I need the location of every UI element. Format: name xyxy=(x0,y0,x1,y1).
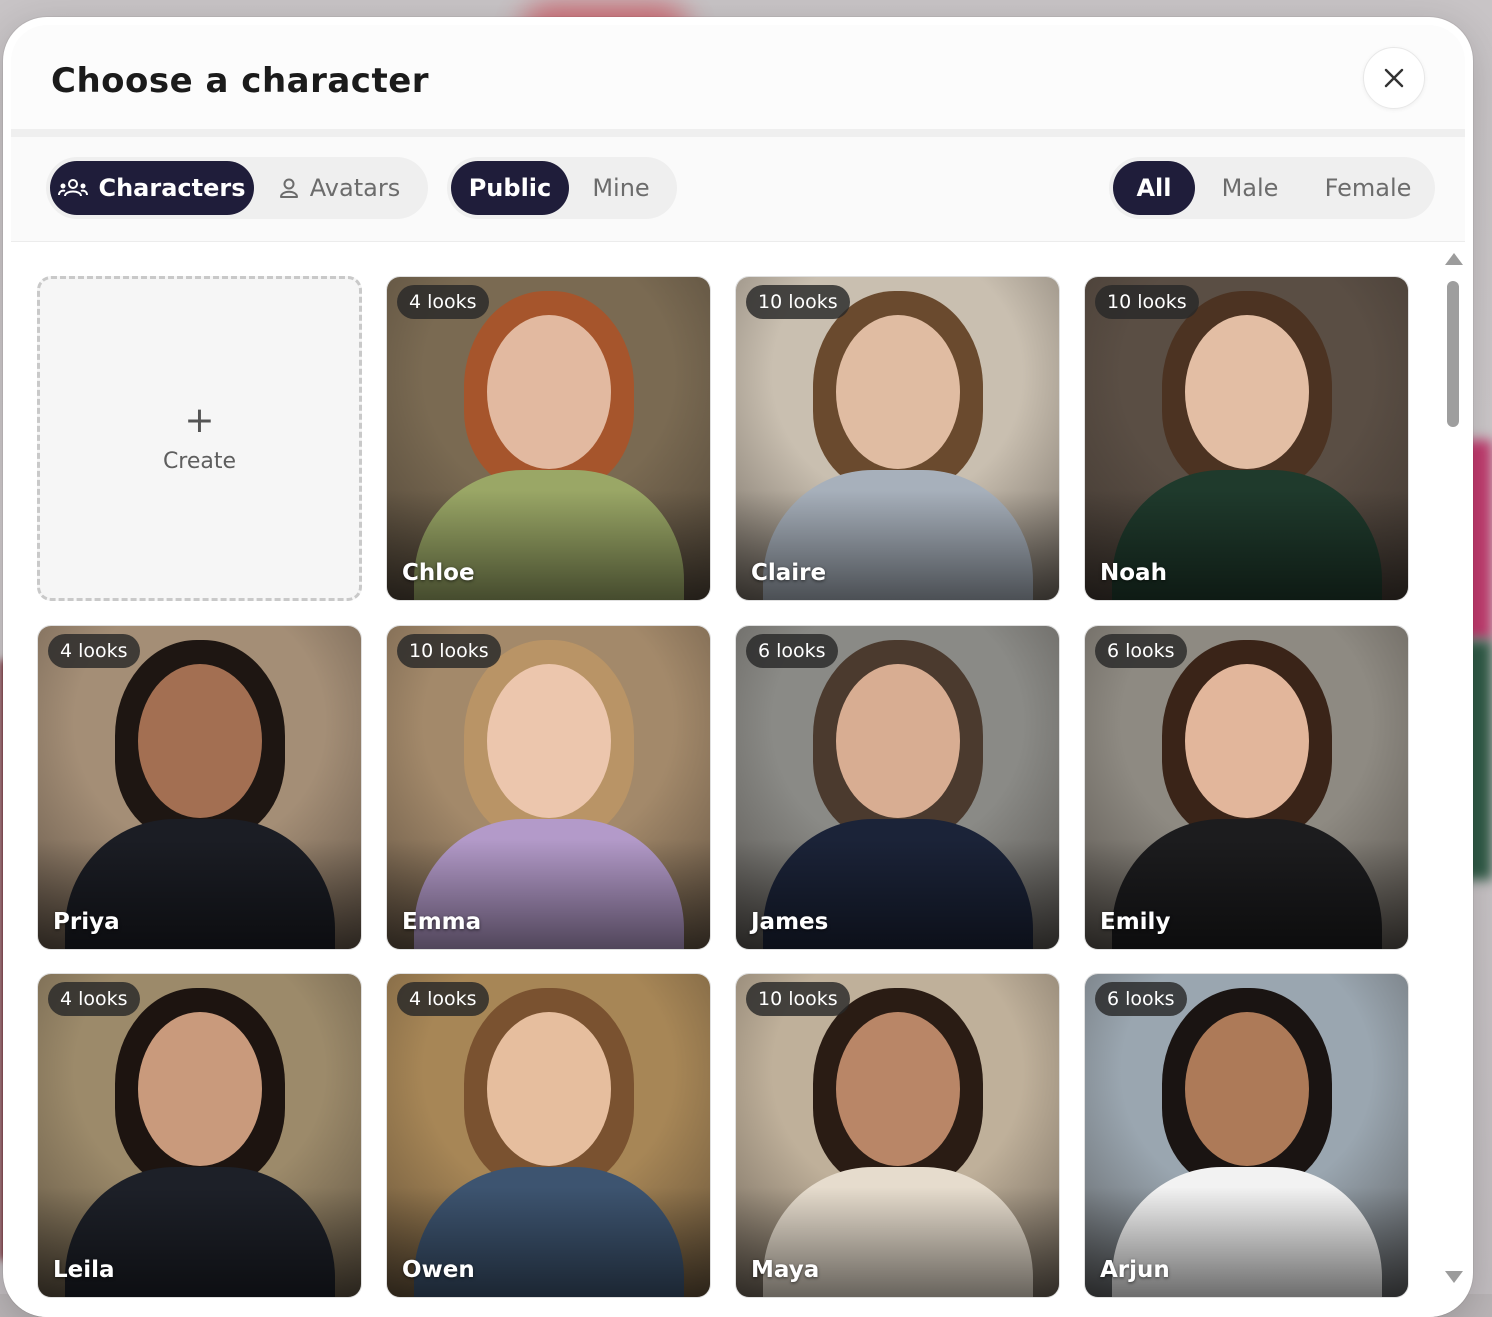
type-toggle: Characters Avatars xyxy=(46,157,428,219)
character-name: Chloe xyxy=(402,560,475,586)
character-card[interactable]: 6 looks Arjun xyxy=(1084,973,1409,1298)
character-card[interactable]: 4 looks Chloe xyxy=(386,276,711,601)
character-photo xyxy=(1085,974,1408,1297)
create-character-card[interactable]: + Create xyxy=(37,276,362,601)
character-name: Priya xyxy=(53,909,120,935)
character-card[interactable]: 10 looks Maya xyxy=(735,973,1060,1298)
character-card[interactable]: 10 looks Emma xyxy=(386,625,711,950)
looks-badge: 10 looks xyxy=(746,285,850,319)
looks-badge: 4 looks xyxy=(397,285,489,319)
looks-badge: 10 looks xyxy=(1095,285,1199,319)
visibility-toggle: Public Mine xyxy=(447,157,677,219)
looks-badge: 4 looks xyxy=(48,634,140,668)
tab-public[interactable]: Public xyxy=(451,161,569,215)
close-button[interactable] xyxy=(1363,47,1425,109)
looks-badge: 6 looks xyxy=(1095,634,1187,668)
tab-mine[interactable]: Mine xyxy=(569,161,673,215)
character-card[interactable]: 6 looks Emily xyxy=(1084,625,1409,950)
create-label: Create xyxy=(162,449,237,474)
scroll-up-arrow-icon[interactable] xyxy=(1445,253,1463,265)
tab-label: Public xyxy=(468,174,552,202)
looks-badge: 6 looks xyxy=(746,634,838,668)
tab-avatars[interactable]: Avatars xyxy=(254,161,424,215)
group-icon xyxy=(58,179,89,197)
tab-female[interactable]: Female xyxy=(1305,161,1431,215)
character-photo xyxy=(1085,277,1408,600)
looks-badge: 10 looks xyxy=(746,982,850,1016)
character-card[interactable]: 4 looks Leila xyxy=(37,973,362,1298)
character-card[interactable]: 10 looks Noah xyxy=(1084,276,1409,601)
character-photo xyxy=(38,626,361,949)
tab-male[interactable]: Male xyxy=(1195,161,1305,215)
character-card[interactable]: 4 looks Owen xyxy=(386,973,711,1298)
character-card[interactable]: 6 looks James xyxy=(735,625,1060,950)
looks-badge: 4 looks xyxy=(397,982,489,1016)
character-photo xyxy=(387,626,710,949)
scroll-down-arrow-icon[interactable] xyxy=(1445,1271,1463,1283)
character-card[interactable]: 10 looks Claire xyxy=(735,276,1060,601)
looks-badge: 10 looks xyxy=(397,634,501,668)
character-picker-dialog: Choose a character Characters Avatars Pu… xyxy=(3,17,1473,1317)
filter-bar: Characters Avatars Public Mine All Male … xyxy=(11,137,1465,242)
character-photo xyxy=(387,277,710,600)
character-name: Arjun xyxy=(1100,1257,1170,1283)
tab-label: Avatars xyxy=(309,174,401,202)
tab-all[interactable]: All xyxy=(1113,161,1195,215)
character-photo xyxy=(736,277,1059,600)
close-icon xyxy=(1384,68,1404,88)
character-name: Emily xyxy=(1100,909,1171,935)
tab-characters[interactable]: Characters xyxy=(50,161,254,215)
character-photo xyxy=(387,974,710,1297)
person-icon xyxy=(279,178,298,198)
looks-badge: 6 looks xyxy=(1095,982,1187,1016)
tab-label: Female xyxy=(1324,174,1412,202)
dialog-title: Choose a character xyxy=(51,61,430,101)
character-name: Owen xyxy=(402,1257,475,1283)
character-photo xyxy=(38,974,361,1297)
looks-badge: 4 looks xyxy=(48,982,140,1016)
character-name: Claire xyxy=(751,560,827,586)
tab-label: Mine xyxy=(592,174,650,202)
tab-label: Characters xyxy=(98,174,246,202)
character-name: Maya xyxy=(751,1257,820,1283)
character-name: Leila xyxy=(53,1257,115,1283)
vertical-scrollbar[interactable] xyxy=(1443,243,1463,1317)
character-grid-scroll[interactable]: + Create 4 looks Chloe 10 looks Claire 1… xyxy=(11,242,1465,1317)
character-card[interactable]: 4 looks Priya xyxy=(37,625,362,950)
character-photo xyxy=(736,626,1059,949)
gender-toggle: All Male Female xyxy=(1109,157,1435,219)
dialog-header: Choose a character xyxy=(11,25,1465,137)
character-photo xyxy=(1085,626,1408,949)
tab-label: All xyxy=(1136,174,1172,202)
plus-icon: + xyxy=(184,400,215,441)
scrollbar-thumb[interactable] xyxy=(1447,281,1459,427)
character-name: James xyxy=(751,909,829,935)
character-photo xyxy=(736,974,1059,1297)
character-name: Emma xyxy=(402,909,482,935)
character-name: Noah xyxy=(1100,560,1167,586)
tab-label: Male xyxy=(1221,174,1279,202)
